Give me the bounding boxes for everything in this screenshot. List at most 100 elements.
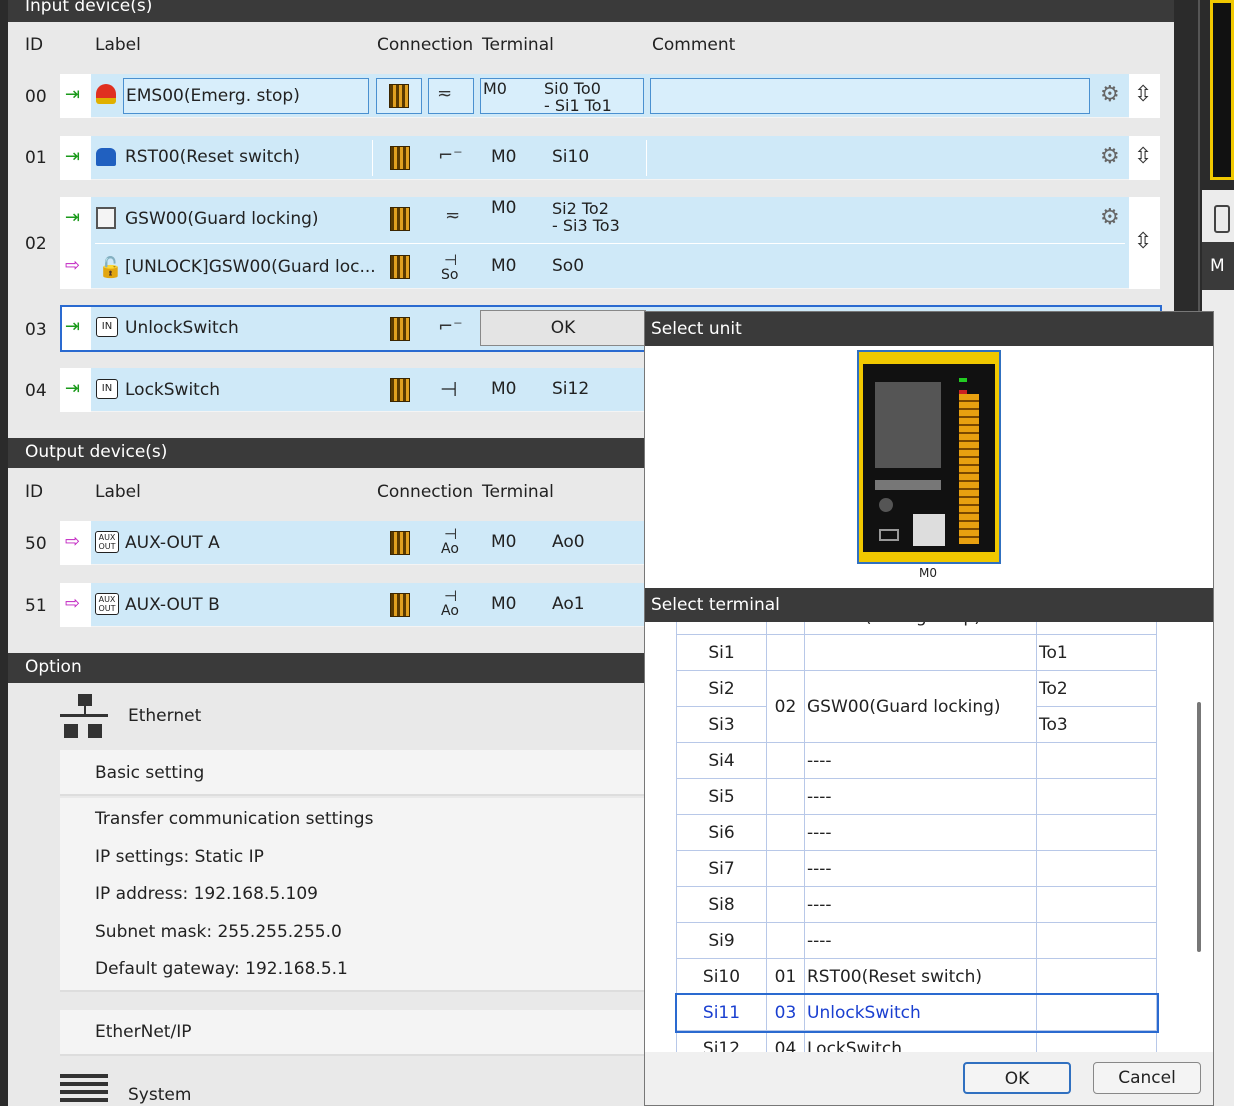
device-label-cell: RST00(Reset switch) (804, 958, 1037, 995)
switch-contact-icon[interactable]: ⌐⁻ (438, 316, 463, 337)
terminal-row[interactable]: Si10 01 RST00(Reset switch) (676, 958, 1157, 995)
terminal-block-icon[interactable] (390, 378, 410, 402)
reorder-icon[interactable]: ⇳ (1134, 229, 1152, 254)
wiring-button[interactable]: ≂ (428, 78, 474, 114)
dual-channel-icon[interactable]: ≂ (445, 205, 460, 226)
device-label-cell: GSW00(Guard locking) (804, 670, 1037, 743)
device-label: AUX-OUT A (125, 533, 220, 553)
to-cell (1036, 886, 1157, 923)
system-item[interactable]: System (60, 1070, 660, 1106)
terminal-line2: - Si1 To1 (544, 96, 612, 115)
sidebar-tool-icon[interactable] (1214, 205, 1230, 233)
terminal-line2: - Si3 To3 (552, 216, 620, 235)
gear-icon[interactable]: ⚙ (1100, 205, 1120, 230)
col-connection: Connection (377, 482, 474, 502)
terminal-block-icon[interactable] (390, 317, 410, 341)
terminal-unit: M0 (491, 147, 517, 167)
terminal-block-icon[interactable] (390, 593, 410, 617)
terminal-row[interactable]: Si6 ---- (676, 814, 1157, 851)
nc-contact-icon[interactable]: ⊣ (440, 377, 457, 401)
input-row-01[interactable]: ⇥ RST00(Reset switch) ⌐⁻ M0 Si10 ⚙ ⇳ (60, 136, 1160, 180)
terminal-row-selected[interactable]: Si11 03 UnlockSwitch (674, 992, 1159, 1033)
detail-line: Transfer communication settings (95, 809, 374, 829)
device-id-cell: 04 (766, 1030, 805, 1052)
terminal-value[interactable]: Si12 (552, 381, 589, 398)
label-input[interactable]: EMS00(Emerg. stop) (123, 78, 369, 114)
terminal-unit: M0 (491, 379, 517, 399)
reorder-icon[interactable]: ⇳ (1134, 82, 1152, 107)
switch-contact-icon[interactable]: ⌐⁻ (438, 145, 463, 166)
device-sub-label: [UNLOCK]GSW00(Guard loc... (125, 257, 376, 277)
terminal-cell: Si4 (676, 742, 767, 779)
terminal-block-icon[interactable] (390, 146, 410, 170)
unit-m0-image[interactable] (857, 350, 1001, 564)
terminal-row[interactable]: Si8 ---- (676, 886, 1157, 923)
terminal-block-icon[interactable] (390, 207, 410, 231)
terminal-cell: Si1 (676, 634, 767, 671)
basic-setting-item[interactable]: Basic setting (60, 750, 660, 796)
terminal-row[interactable]: Si4 ---- (676, 742, 1157, 779)
terminal-cell: Si2 (676, 670, 767, 707)
device-id-cell: 01 (766, 958, 805, 995)
terminal-list-scrollbar[interactable] (1197, 702, 1201, 952)
row-divider (95, 243, 1125, 244)
ethernetip-item[interactable]: EtherNet/IP (60, 1010, 660, 1056)
detail-line: Subnet mask: 255.255.255.0 (95, 922, 342, 942)
terminal-ok-button[interactable]: OK (480, 310, 646, 346)
terminal-row[interactable]: 00 EMS00(Emerg. stop) (676, 622, 1157, 635)
reorder-icon[interactable]: ⇳ (1134, 144, 1152, 169)
input-row-00[interactable]: ⇥ EMS00(Emerg. stop) ≂ M0 Si0 To0 - Si1 … (60, 74, 1160, 118)
cancel-button[interactable]: Cancel (1093, 1062, 1201, 1094)
terminal-value[interactable]: Ao1 (552, 596, 585, 613)
input-row-02[interactable]: ⇥ GSW00(Guard locking) ≂ M0 Si2 To2 - Si… (60, 197, 1160, 289)
device-label-cell: EMS00(Emerg. stop) (804, 622, 1037, 635)
terminal-row[interactable]: Si12 04 LockSwitch (676, 1030, 1157, 1052)
sidebar-unit-thumbnail[interactable] (1210, 0, 1234, 180)
terminal-select[interactable]: M0 Si0 To0 - Si1 To1 (480, 78, 644, 114)
terminal-value[interactable]: So0 (552, 258, 584, 275)
device-label-cell: ---- (804, 886, 1037, 923)
terminal-unit: M0 (491, 594, 517, 614)
to-cell: To2 (1036, 670, 1157, 707)
gear-icon[interactable]: ⚙ (1100, 144, 1120, 169)
unit-name-label: M0 (919, 566, 937, 580)
device-id-cell (766, 886, 805, 923)
output-row-51[interactable]: ⇨ AUX OUT AUX-OUT B ⊣ Ao M0 Ao1 (60, 583, 660, 627)
device-id-cell: 00 (766, 622, 805, 635)
connection-button[interactable] (376, 78, 422, 114)
col-comment: Comment (652, 35, 736, 55)
detail-line: IP settings: Static IP (95, 847, 264, 867)
terminal-row[interactable]: Si5 ---- (676, 778, 1157, 815)
terminal-row[interactable]: Si7 ---- (676, 850, 1157, 887)
output-row-50[interactable]: ⇨ AUX OUT AUX-OUT A ⊣ Ao M0 Ao0 (60, 521, 660, 565)
col-id: ID (25, 35, 44, 55)
device-label-cell: ---- (804, 778, 1037, 815)
to-cell (1036, 1030, 1157, 1052)
device-label: UnlockSwitch (125, 318, 239, 338)
terminal-block-icon[interactable] (390, 255, 410, 279)
terminal-block-icon[interactable] (390, 531, 410, 555)
terminal-row[interactable]: Si2 02 GSW00(Guard locking) To2 (676, 670, 1157, 743)
terminal-value[interactable]: Si10 (552, 149, 589, 166)
row-id: 02 (25, 234, 47, 254)
row-id: 51 (25, 596, 47, 616)
terminal-row[interactable]: Si9 ---- (676, 922, 1157, 959)
to-cell (1036, 622, 1157, 635)
label-input-text: EMS00(Emerg. stop) (126, 86, 300, 106)
device-label-cell: ---- (804, 742, 1037, 779)
ok-button[interactable]: OK (963, 1062, 1071, 1094)
sidebar-tab[interactable]: M (1202, 242, 1234, 290)
gear-icon[interactable]: ⚙ (1100, 82, 1120, 107)
select-unit-dialog: Select unit M0 Select terminal 00 EM (644, 311, 1214, 1106)
terminal-value[interactable]: Ao0 (552, 534, 585, 551)
to-cell (1036, 778, 1157, 815)
ethernet-item[interactable]: Ethernet (60, 690, 660, 748)
device-label: RST00(Reset switch) (125, 147, 301, 167)
to-cell: To1 (1036, 634, 1157, 671)
terminal-row[interactable]: Si1 To1 (676, 634, 1157, 671)
ethernet-details: Transfer communication settings IP setti… (60, 798, 660, 992)
comment-input[interactable] (650, 78, 1090, 114)
unlock-icon: 🔓 (98, 255, 123, 279)
to-cell (1036, 958, 1157, 995)
col-id: ID (25, 482, 44, 502)
